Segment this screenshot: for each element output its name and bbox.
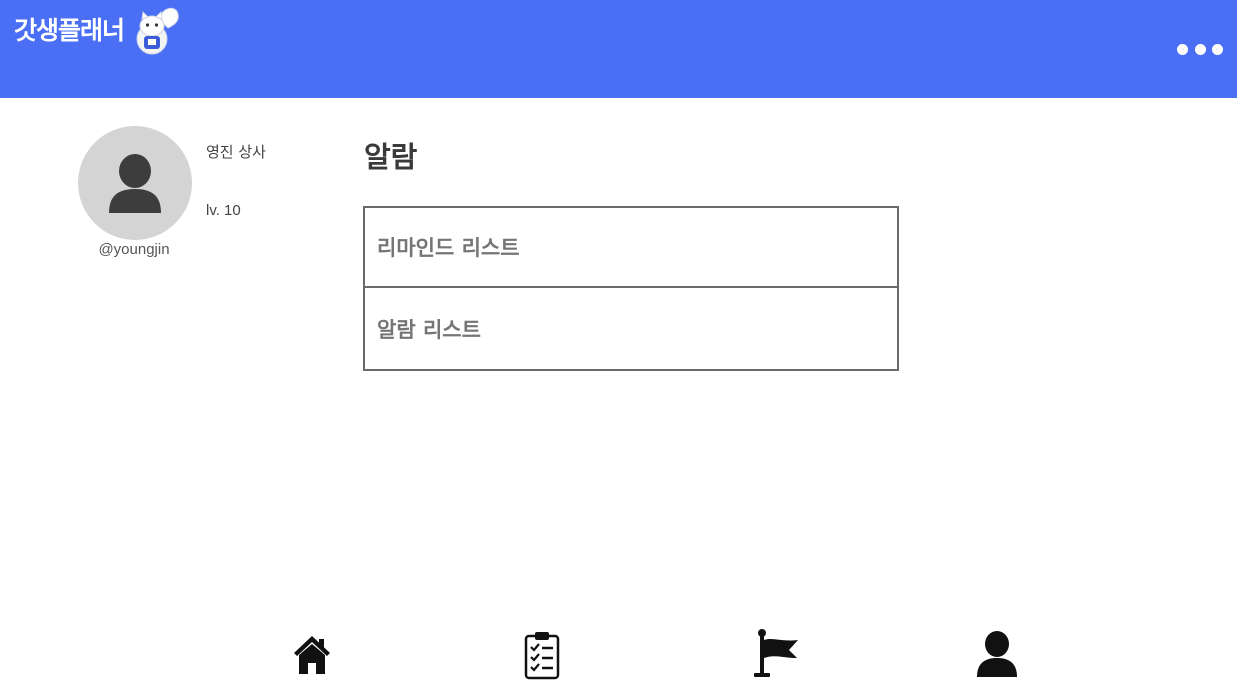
app-title: 갓생플래너 bbox=[14, 16, 125, 45]
user-icon bbox=[977, 631, 1017, 677]
nav-home[interactable] bbox=[290, 626, 334, 676]
menu-item-remind-list[interactable]: 리마인드 리스트 bbox=[365, 208, 897, 286]
more-dots-icon bbox=[1194, 43, 1206, 55]
avatar[interactable] bbox=[78, 126, 192, 240]
username: @youngjin bbox=[98, 241, 170, 258]
bottom-nav bbox=[0, 626, 1237, 682]
more-dots-icon bbox=[1177, 43, 1188, 55]
nav-goals[interactable] bbox=[750, 626, 802, 678]
squirrel-mascot-icon bbox=[136, 7, 179, 55]
app-header: 갓생플래너 bbox=[0, 0, 1237, 98]
more-options-button[interactable] bbox=[1177, 38, 1223, 60]
nav-profile[interactable] bbox=[974, 626, 1020, 678]
more-dots-icon bbox=[1212, 43, 1223, 55]
flag-icon bbox=[754, 629, 798, 677]
alarm-menu: 리마인드 리스트 알람 리스트 bbox=[363, 206, 899, 371]
menu-item-label: 리마인드 리스트 bbox=[377, 236, 520, 260]
nav-tasks[interactable] bbox=[520, 626, 564, 680]
display-name: 영진 상사 bbox=[206, 143, 266, 161]
user-level: lv. 10 bbox=[206, 202, 241, 219]
menu-item-alarm-list[interactable]: 알람 리스트 bbox=[365, 286, 897, 369]
clipboard-checklist-icon bbox=[524, 632, 560, 680]
home-icon bbox=[294, 636, 330, 674]
brand[interactable]: 갓생플래너 bbox=[14, 6, 182, 56]
page-title: 알람 bbox=[364, 140, 418, 174]
user-avatar-icon bbox=[109, 154, 161, 213]
menu-item-label: 알람 리스트 bbox=[377, 317, 481, 342]
